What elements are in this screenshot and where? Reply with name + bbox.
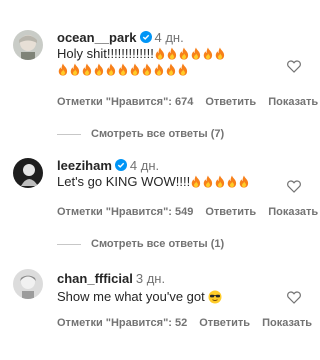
like-heart-icon[interactable]	[287, 180, 301, 193]
fire-emoji-icon	[155, 47, 164, 60]
fire-emoji-icon	[179, 47, 188, 60]
avatar[interactable]	[13, 30, 43, 60]
fire-emoji-icon	[142, 63, 152, 76]
comment-text: Show me what you've got	[57, 289, 278, 305]
avatar[interactable]	[13, 158, 43, 188]
fire-emoji-icon	[227, 175, 237, 188]
fire-emoji-icon	[167, 47, 176, 60]
comment-text: Let's go KING WOW!!!!	[57, 174, 278, 190]
fire-emoji-icon	[178, 63, 188, 76]
timestamp: 4 дн.	[129, 158, 160, 173]
show-button[interactable]: Показать	[268, 96, 318, 108]
comment-actions: Отметки "Нравится": 549 Ответить Показать	[57, 206, 320, 219]
fire-emoji-icon	[58, 63, 68, 76]
fire-emoji-icon	[82, 63, 92, 76]
sunglasses-emoji-icon	[208, 290, 222, 304]
timestamp: 3 дн.	[135, 271, 166, 286]
avatar[interactable]	[13, 269, 43, 299]
fire-emoji-icon	[215, 175, 225, 188]
view-replies-button[interactable]: Смотреть все ответы (7)	[57, 128, 224, 140]
likes-count[interactable]: Отметки "Нравится": 674	[57, 96, 193, 108]
fire-emoji-icon	[154, 63, 164, 76]
verified-badge-icon	[139, 31, 152, 43]
comment-actions: Отметки "Нравится": 52 Ответить Показать	[57, 317, 320, 330]
fire-emoji-icon	[239, 175, 249, 188]
view-replies-label[interactable]: Смотреть все ответы (7)	[91, 128, 224, 140]
timestamp: 4 дн.	[154, 30, 184, 45]
view-replies-label[interactable]: Смотреть все ответы (1)	[91, 238, 224, 250]
username[interactable]: chan_ffficial	[57, 271, 133, 286]
view-replies-button[interactable]: Смотреть все ответы (1)	[57, 238, 224, 250]
show-button[interactable]: Показать	[268, 206, 318, 218]
username[interactable]: ocean__park	[57, 30, 137, 45]
reply-button[interactable]: Ответить	[205, 96, 256, 108]
fire-emoji-row	[190, 174, 250, 189]
divider-line	[57, 133, 81, 135]
fire-emoji-icon	[118, 63, 128, 76]
likes-count[interactable]: Отметки "Нравится": 52	[57, 317, 187, 329]
fire-emoji-icon	[191, 47, 200, 60]
fire-emoji-icon	[106, 63, 116, 76]
fire-emoji-icon	[70, 63, 80, 76]
fire-emoji-icon	[130, 63, 140, 76]
username[interactable]: leeziham	[57, 158, 112, 173]
reply-button[interactable]: Ответить	[199, 317, 250, 329]
reply-button[interactable]: Ответить	[205, 206, 256, 218]
comment-actions: Отметки "Нравится": 674 Ответить Показать	[57, 96, 320, 109]
verified-badge-icon	[114, 159, 127, 171]
fire-emoji-icon	[94, 63, 104, 76]
fire-emoji-icon	[191, 175, 201, 188]
fire-emoji-row	[57, 62, 189, 77]
likes-count[interactable]: Отметки "Нравится": 549	[57, 206, 193, 218]
fire-emoji-icon	[203, 47, 212, 60]
comment-text: Holy shit!!!!!!!!!!!!!	[57, 46, 278, 78]
show-button[interactable]: Показать	[262, 317, 312, 329]
divider-line	[57, 243, 81, 245]
like-heart-icon[interactable]	[287, 291, 301, 304]
fire-emoji-row	[154, 46, 226, 61]
fire-emoji-icon	[166, 63, 176, 76]
fire-emoji-icon	[215, 47, 224, 60]
fire-emoji-icon	[203, 175, 213, 188]
like-heart-icon[interactable]	[287, 60, 301, 73]
